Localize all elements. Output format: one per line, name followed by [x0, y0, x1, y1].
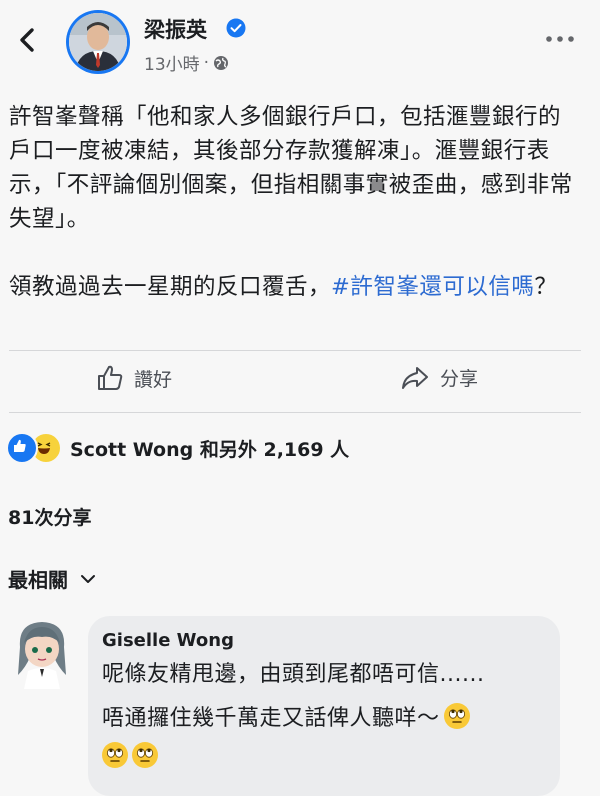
- more-icon: [546, 36, 574, 42]
- author-avatar[interactable]: [66, 10, 130, 74]
- shares-count[interactable]: 81次分享: [8, 503, 91, 530]
- back-button[interactable]: [10, 22, 46, 58]
- eye-roll-emoji: [443, 703, 470, 729]
- post-paragraph: 領教過過去一星期的反口覆舌，#許智峯還可以信嗎？: [9, 270, 579, 304]
- globe-icon: [214, 55, 229, 70]
- divider: [9, 350, 581, 351]
- share-arrow-icon: [402, 366, 428, 389]
- post-header: 梁振英 13小時 ·: [0, 0, 600, 88]
- post-text-suffix: ？: [534, 274, 558, 300]
- chevron-left-icon: [20, 28, 34, 52]
- reactions-text: Scott Wong 和另外 2,169 人: [70, 438, 350, 461]
- comment-text-line: 呢條友精甩邊，由頭到尾都唔可信......: [102, 662, 485, 687]
- comment-text: 唔通攞住幾千萬走又話俾人聽咩～: [102, 706, 440, 731]
- author-name[interactable]: 梁振英: [144, 14, 207, 44]
- post-actions: 讚好 分享: [0, 352, 600, 412]
- share-label: 分享: [440, 368, 479, 390]
- verified-badge-icon: [226, 18, 246, 38]
- thumbs-up-icon: [98, 365, 123, 390]
- comment-text-line-2: 唔通攞住幾千萬走又話俾人聽咩～: [102, 700, 470, 732]
- hashtag-link[interactable]: #許智峯還可以信嗎: [331, 274, 534, 300]
- share-button[interactable]: 分享: [400, 364, 478, 391]
- like-icon: [6, 432, 38, 464]
- chevron-down-icon: [81, 574, 95, 583]
- commenter-avatar[interactable]: [8, 617, 76, 689]
- commenter-name[interactable]: Giselle Wong: [102, 630, 234, 651]
- author-photo: [69, 13, 127, 71]
- reactions-summary[interactable]: Scott Wong 和另外 2,169 人: [6, 432, 349, 464]
- eye-roll-emoji: [102, 742, 128, 768]
- like-button[interactable]: 讚好: [96, 364, 172, 392]
- more-options-button[interactable]: [540, 24, 580, 54]
- divider: [9, 412, 581, 413]
- post-timestamp[interactable]: 13小時: [144, 50, 200, 75]
- post-meta: 13小時 ·: [144, 50, 229, 75]
- comments-filter-label: 最相關: [8, 568, 68, 592]
- meta-separator: ·: [203, 52, 210, 73]
- post-paragraph: 許智峯聲稱「他和家人多個銀行戶口，包括滙豐銀行的戶口一度被凍結，其後部分存款獲解…: [9, 104, 573, 232]
- eye-roll-emoji: [132, 742, 158, 768]
- like-label: 讚好: [134, 368, 173, 391]
- comment-emoji-line: [102, 742, 158, 768]
- comments-filter-dropdown[interactable]: 最相關: [8, 564, 96, 593]
- post-text-prefix: 領教過過去一星期的反口覆舌，: [9, 274, 332, 300]
- post-body: 許智峯聲稱「他和家人多個銀行戶口，包括滙豐銀行的戶口一度被凍結，其後部分存款獲解…: [9, 100, 579, 338]
